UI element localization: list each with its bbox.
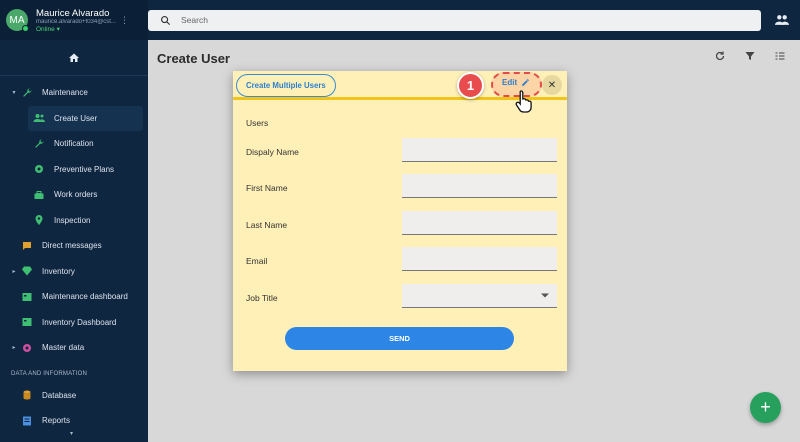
hand-cursor-icon — [515, 90, 532, 113]
gear-icon — [20, 341, 34, 355]
last-name-label: Last Name — [246, 220, 288, 230]
pencil-icon — [522, 79, 529, 86]
sidebar-item-label: Direct messages — [42, 241, 102, 251]
caret-right-icon: ▸ — [12, 345, 16, 352]
avatar-initials: MA — [9, 14, 25, 26]
job-title-select[interactable] — [402, 284, 557, 308]
sidebar-item-database[interactable]: Database — [0, 383, 148, 409]
database-icon — [20, 388, 34, 402]
caret-right-icon: ▸ — [12, 268, 16, 275]
last-name-field[interactable] — [402, 211, 557, 235]
user-name: Maurice Alvarado — [36, 7, 110, 19]
search-icon — [161, 15, 171, 25]
dropdown-arrow-icon — [541, 293, 549, 298]
sidebar-item-label: Maintenance dashboard — [42, 292, 128, 302]
sidebar-item-label: Inspection — [54, 215, 91, 225]
scroll-down-icon[interactable]: ▾ — [70, 430, 73, 437]
top-bar: Search — [148, 0, 800, 40]
sidebar-item-preventive-plans[interactable]: Preventive Plans — [0, 157, 148, 183]
caret-down-icon: ▾ — [12, 90, 16, 97]
edit-button[interactable]: Edit — [502, 78, 530, 87]
sidebar-item-label: Inventory — [42, 266, 75, 276]
gear-icon — [32, 162, 46, 176]
sidebar-item-inspection[interactable]: Inspection — [0, 208, 148, 234]
form-row-display-name: Dispaly Name — [246, 138, 557, 162]
sidebar-item-label: Preventive Plans — [54, 164, 115, 174]
sidebar-item-label: Inventory Dashboard — [42, 317, 117, 327]
sidebar-item-work-orders[interactable]: Work orders — [0, 182, 148, 208]
step-number-badge: 1 — [457, 72, 484, 99]
wrench-icon — [20, 86, 34, 100]
email-field[interactable] — [402, 247, 557, 271]
form-row-job-title: Job Title — [246, 284, 557, 308]
job-title-label: Job Title — [246, 293, 278, 303]
sidebar-item-maintenance[interactable]: ▾ Maintenance — [0, 80, 148, 106]
section-label: DATA AND INFORMATION — [11, 370, 88, 377]
location-pin-icon — [32, 213, 46, 227]
first-name-label: First Name — [246, 183, 288, 193]
sidebar-item-label: Notification — [54, 139, 94, 149]
online-status-dot — [22, 25, 29, 32]
sidebar: MA Maurice Alvarado maurice.alvarado+t03… — [0, 0, 148, 442]
form-row-first-name: First Name — [246, 174, 557, 198]
close-icon: ✕ — [547, 79, 557, 91]
sidebar-item-master-data[interactable]: ▸ Master data — [0, 335, 148, 361]
dashboard-icon — [20, 315, 34, 329]
chat-icon — [20, 239, 34, 253]
home-icon — [69, 53, 79, 62]
edit-label: Edit — [502, 78, 518, 87]
create-multiple-users-button[interactable]: Create Multiple Users — [236, 74, 336, 97]
user-email: maurice.alvarado+t034@cst... — [36, 18, 116, 25]
home-button[interactable] — [0, 40, 148, 76]
close-button[interactable]: ✕ — [542, 75, 562, 95]
search-input[interactable]: Search — [181, 15, 208, 25]
plus-icon: + — [760, 397, 771, 417]
people-icon[interactable] — [775, 14, 789, 26]
group-icon — [32, 111, 46, 125]
page-title: Create User — [157, 50, 230, 66]
search-bar[interactable]: Search — [148, 9, 761, 31]
first-name-field[interactable] — [402, 174, 557, 198]
toolbox-icon — [32, 188, 46, 202]
filter-icon[interactable] — [744, 50, 756, 62]
diamond-icon — [20, 264, 34, 278]
status-label: Online — [36, 25, 55, 33]
avatar[interactable]: MA — [6, 9, 29, 32]
sidebar-item-direct-messages[interactable]: Direct messages — [0, 233, 148, 259]
sidebar-item-maintenance-dashboard[interactable]: Maintenance dashboard — [0, 284, 148, 310]
form-row-email: Email — [246, 247, 557, 271]
wrench-icon — [32, 137, 46, 151]
more-icon[interactable]: ⋮ — [120, 15, 129, 26]
sidebar-item-inventory-dashboard[interactable]: Inventory Dashboard — [0, 310, 148, 336]
user-status[interactable]: Online ▾ — [36, 25, 116, 33]
refresh-icon[interactable] — [714, 50, 726, 62]
sidebar-item-label: Reports — [42, 416, 71, 426]
send-button[interactable]: SEND — [285, 327, 514, 350]
sidebar-item-label: Work orders — [54, 190, 98, 200]
sidebar-item-inventory[interactable]: ▸ Inventory — [0, 259, 148, 285]
sidebar-item-label: Master data — [42, 343, 85, 353]
dashboard-icon — [20, 290, 34, 304]
user-profile[interactable]: MA Maurice Alvarado maurice.alvarado+t03… — [0, 0, 148, 40]
display-name-label: Dispaly Name — [246, 147, 299, 157]
sidebar-item-notification[interactable]: Notification — [0, 131, 148, 157]
list-settings-icon[interactable] — [774, 50, 786, 62]
display-name-field[interactable] — [402, 138, 557, 162]
report-icon — [20, 414, 34, 428]
email-label: Email — [246, 256, 268, 266]
add-fab-button[interactable]: + — [750, 392, 781, 423]
sidebar-item-reports[interactable]: Reports — [0, 408, 148, 434]
sidebar-item-create-user[interactable]: Create User — [28, 105, 143, 131]
section-title: Users — [246, 118, 269, 128]
sidebar-item-label: Database — [42, 390, 77, 400]
form-row-last-name: Last Name — [246, 211, 557, 235]
sidebar-item-label: Maintenance — [42, 88, 88, 98]
sidebar-item-label: Create User — [54, 113, 98, 123]
create-user-dialog: Create Multiple Users Edit ✕ Users Dispa… — [233, 71, 567, 371]
